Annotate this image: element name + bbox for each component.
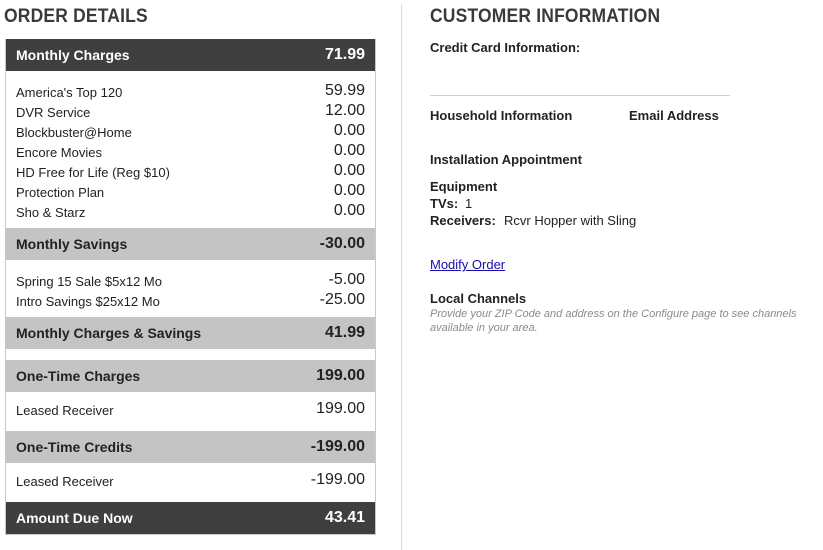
line-item: DVR Service 12.00 bbox=[16, 100, 365, 120]
line-item-value: 0.00 bbox=[333, 182, 365, 199]
line-item-label: Leased Receiver bbox=[16, 403, 114, 418]
equipment-label: Equipment bbox=[430, 179, 498, 194]
household-info-label: Household Information bbox=[430, 108, 573, 123]
line-item: Spring 15 Sale $5x12 Mo -5.00 bbox=[16, 269, 365, 289]
credit-items: Leased Receiver -199.00 bbox=[6, 463, 375, 502]
section-divider bbox=[430, 95, 730, 96]
spacer bbox=[6, 349, 375, 360]
line-item-value: 59.99 bbox=[324, 82, 365, 99]
credit-card-label: Credit Card Information: bbox=[430, 40, 581, 55]
line-item-value: -5.00 bbox=[328, 271, 365, 288]
one-time-credits-amount: -199.00 bbox=[310, 438, 365, 455]
line-item-label: HD Free for Life (Reg $10) bbox=[16, 165, 170, 180]
line-item-label: Protection Plan bbox=[16, 185, 105, 200]
charges-and-savings-label: Monthly Charges & Savings bbox=[16, 325, 202, 341]
line-item-value: 0.00 bbox=[333, 142, 365, 159]
charges-and-savings-amount: 41.99 bbox=[324, 324, 365, 341]
one-time-charges-label: One-Time Charges bbox=[16, 368, 141, 384]
line-item: HD Free for Life (Reg $10) 0.00 bbox=[16, 160, 365, 180]
line-item: Blockbuster@Home 0.00 bbox=[16, 120, 365, 140]
amount-due-label: Amount Due Now bbox=[16, 510, 133, 526]
line-item-value: 12.00 bbox=[324, 102, 365, 119]
column-divider bbox=[401, 4, 402, 550]
receivers-value: Rcvr Hopper with Sling bbox=[504, 213, 637, 228]
tvs-label: TVs: bbox=[430, 196, 459, 211]
one-time-charges-amount: 199.00 bbox=[316, 367, 365, 384]
local-channels-label: Local Channels bbox=[430, 291, 527, 306]
monthly-charges-label: Monthly Charges bbox=[16, 47, 130, 63]
line-item-label: Encore Movies bbox=[16, 145, 102, 160]
modify-order-link[interactable]: Modify Order bbox=[430, 257, 505, 272]
line-item-label: Sho & Starz bbox=[16, 205, 86, 220]
line-item-label: Intro Savings $25x12 Mo bbox=[16, 294, 160, 309]
line-item: America's Top 120 59.99 bbox=[16, 80, 365, 100]
one-time-charges-band: One-Time Charges 199.00 bbox=[6, 360, 375, 392]
line-item-label: America's Top 120 bbox=[16, 85, 123, 100]
one-time-credits-label: One-Time Credits bbox=[16, 439, 133, 455]
amount-due-amount: 43.41 bbox=[324, 509, 365, 526]
line-item: Leased Receiver 199.00 bbox=[16, 398, 365, 418]
line-item: Intro Savings $25x12 Mo -25.00 bbox=[16, 289, 365, 309]
monthly-charges-band: Monthly Charges 71.99 bbox=[6, 39, 375, 71]
monthly-savings-label: Monthly Savings bbox=[16, 236, 128, 252]
line-item-value: 0.00 bbox=[333, 202, 365, 219]
savings-items: Spring 15 Sale $5x12 Mo -5.00 Intro Savin… bbox=[6, 260, 375, 317]
line-item-label: Blockbuster@Home bbox=[16, 125, 132, 140]
one-time-items: Leased Receiver 199.00 bbox=[6, 392, 375, 431]
order-details-heading: ORDER DETAILS bbox=[4, 6, 148, 27]
line-item-label: Leased Receiver bbox=[16, 474, 114, 489]
receivers-label: Receivers: bbox=[430, 213, 496, 228]
one-time-credits-band: One-Time Credits -199.00 bbox=[6, 431, 375, 463]
line-item-label: Spring 15 Sale $5x12 Mo bbox=[16, 274, 162, 289]
local-channels-note: Provide your ZIP Code and address on the… bbox=[430, 308, 797, 334]
tvs-value: 1 bbox=[465, 196, 473, 211]
line-item-value: 0.00 bbox=[333, 122, 365, 139]
charges-and-savings-band: Monthly Charges & Savings 41.99 bbox=[6, 317, 375, 349]
line-item: Leased Receiver -199.00 bbox=[16, 469, 365, 489]
monthly-charge-items: America's Top 120 59.99 DVR Service 12.00 … bbox=[6, 71, 375, 228]
installation-appointment-label: Installation Appointment bbox=[430, 152, 582, 167]
line-item: Sho & Starz 0.00 bbox=[16, 200, 365, 220]
line-item: Encore Movies 0.00 bbox=[16, 140, 365, 160]
line-item-label: DVR Service bbox=[16, 105, 91, 120]
order-summary-box: Monthly Charges 71.99 America's Top 120 5… bbox=[5, 39, 376, 535]
line-item-value: 199.00 bbox=[316, 400, 365, 417]
line-item: Protection Plan 0.00 bbox=[16, 180, 365, 200]
email-address-label: Email Address bbox=[629, 108, 719, 123]
monthly-savings-amount: -30.00 bbox=[319, 235, 365, 252]
line-item-value: -25.00 bbox=[319, 291, 365, 308]
amount-due-band: Amount Due Now 43.41 bbox=[6, 502, 375, 534]
line-item-value: -199.00 bbox=[310, 471, 365, 488]
customer-info-heading: CUSTOMER INFORMATION bbox=[430, 6, 661, 27]
line-item-value: 0.00 bbox=[333, 162, 365, 179]
monthly-charges-amount: 71.99 bbox=[324, 46, 365, 63]
monthly-savings-band: Monthly Savings -30.00 bbox=[6, 228, 375, 260]
